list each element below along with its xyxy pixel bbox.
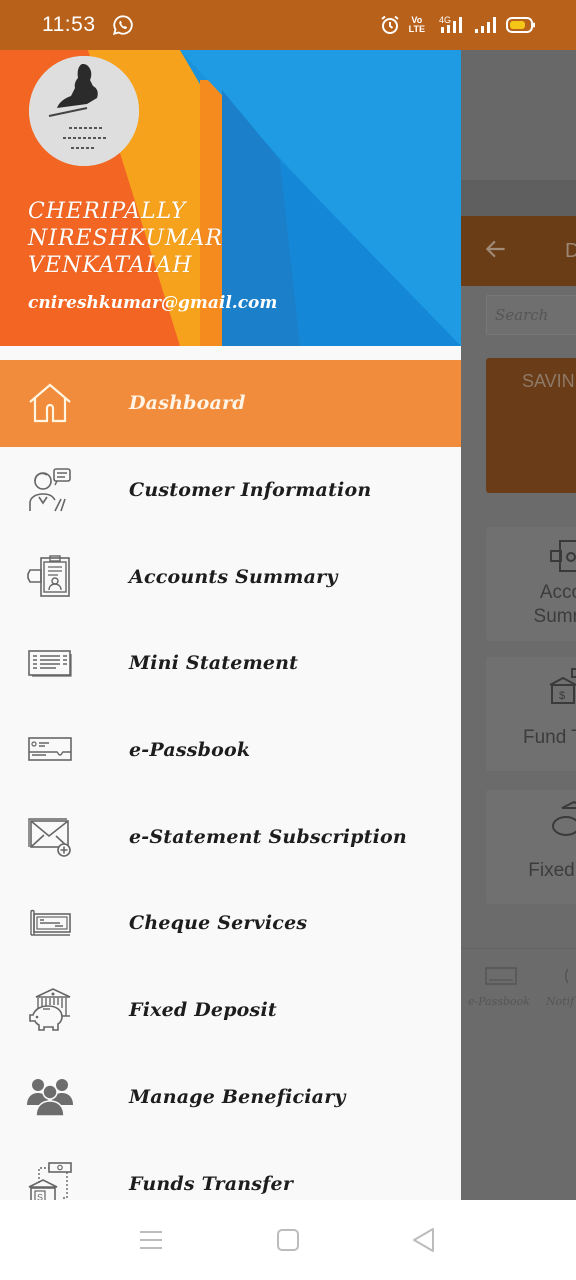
- passbook-icon: [485, 967, 517, 985]
- user-name-line: NIRESHKUMAR: [28, 226, 223, 251]
- user-name: CHERIPALLY NIRESHKUMAR VENKATAIAH: [28, 198, 428, 279]
- battery-icon: [506, 17, 535, 33]
- menu-item-label: Mini Statement: [129, 652, 299, 675]
- home-button[interactable]: [274, 1226, 302, 1254]
- volte-icon: Vo LTE: [408, 15, 425, 34]
- background-savings-card: SAVIN: [486, 358, 576, 493]
- account-clipboard-icon: [27, 554, 73, 600]
- menu-item-label: Manage Beneficiary: [129, 1085, 346, 1108]
- notification-icon: [565, 968, 569, 984]
- user-name-line: VENKATAIAH: [28, 253, 193, 278]
- user-name-line: CHERIPALLY: [28, 199, 187, 224]
- drawer-menu: Dashboard Customer Information Accounts …: [0, 360, 461, 1200]
- back-button[interactable]: [410, 1226, 438, 1254]
- menu-item-label: e-Statement Subscription: [129, 825, 407, 848]
- 4g-signal-icon: 4G: [439, 15, 462, 33]
- navigation-drawer: CHERIPALLY NIRESHKUMAR VENKATAIAH cnires…: [0, 50, 461, 1200]
- passbook-icon: [27, 727, 73, 773]
- user-email: cnireshkumar@gmail.com: [28, 293, 278, 313]
- background-tile-fund-transfer: $ Fund Tra: [486, 657, 576, 771]
- menu-item-cheque-services[interactable]: Cheque Services: [0, 880, 461, 967]
- system-navigation-bar: [0, 1200, 576, 1280]
- background-tile-accounts-summary: Acco Summ: [486, 527, 576, 641]
- background-tile-label: Fixed D: [528, 860, 576, 881]
- svg-text:S: S: [37, 1192, 43, 1200]
- group-icon: [27, 1074, 73, 1120]
- account-clipboard-icon: [550, 540, 576, 572]
- background-tile-label: Acco: [539, 582, 576, 603]
- background-tile-label: Fund Tra: [522, 727, 576, 748]
- menu-item-label: Accounts Summary: [129, 565, 338, 588]
- menu-item-mini-statement[interactable]: Mini Statement: [0, 620, 461, 707]
- status-time: 11:53: [42, 13, 96, 36]
- bank-transfer-icon: S: [27, 1161, 73, 1200]
- background-nav-label: Notif: [546, 995, 575, 1008]
- header-divider: [0, 346, 461, 360]
- background-tile-fixed-deposit: Fixed D: [486, 790, 576, 904]
- avatar[interactable]: [29, 56, 139, 166]
- bank-transfer-icon: $: [549, 668, 576, 704]
- status-bar: 11:53 Vo LTE 4G: [0, 0, 576, 50]
- menu-item-label: Dashboard: [129, 392, 246, 415]
- menu-item-funds-transfer[interactable]: S Funds Transfer: [0, 1140, 461, 1200]
- menu-item-manage-beneficiary[interactable]: Manage Beneficiary: [0, 1054, 461, 1141]
- svg-text:$: $: [559, 690, 565, 702]
- signal-icon: [475, 17, 496, 33]
- menu-item-dashboard[interactable]: Dashboard: [0, 360, 461, 447]
- drawer-header: CHERIPALLY NIRESHKUMAR VENKATAIAH cnires…: [0, 50, 461, 346]
- menu-item-label: Funds Transfer: [129, 1172, 294, 1195]
- back-arrow-icon: [485, 240, 505, 258]
- alarm-icon: [381, 15, 399, 34]
- piggy-bank-icon: [27, 987, 73, 1033]
- background-toolbar-title: D: [565, 240, 576, 262]
- menu-item-label: Customer Information: [129, 479, 372, 502]
- menu-item-e-statement-subscription[interactable]: e-Statement Subscription: [0, 793, 461, 880]
- menu-button[interactable]: [137, 1226, 165, 1254]
- home-icon: [27, 380, 73, 426]
- customer-support-icon: [27, 467, 73, 513]
- menu-item-customer-information[interactable]: Customer Information: [0, 447, 461, 534]
- menu-item-label: Cheque Services: [129, 912, 308, 935]
- menu-item-accounts-summary[interactable]: Accounts Summary: [0, 533, 461, 620]
- mail-add-icon: [27, 814, 73, 860]
- cheque-icon: [27, 900, 73, 946]
- profile-photo: [29, 56, 139, 166]
- background-nav-label: e-Passbook: [468, 995, 530, 1008]
- menu-item-e-passbook[interactable]: e-Passbook: [0, 707, 461, 794]
- background-bottom-nav: e-Passbook Notif: [460, 948, 576, 1028]
- background-tile-label: Summ: [533, 606, 576, 627]
- svg-text:4G: 4G: [439, 15, 451, 25]
- status-icons: Vo LTE 4G: [380, 15, 536, 35]
- statement-icon: [27, 640, 73, 686]
- whatsapp-icon: [112, 15, 133, 36]
- background-search-input: Search: [486, 295, 576, 335]
- piggy-bank-icon: [552, 800, 576, 836]
- menu-item-label: e-Passbook: [129, 739, 251, 762]
- menu-item-fixed-deposit[interactable]: Fixed Deposit: [0, 967, 461, 1054]
- menu-item-label: Fixed Deposit: [129, 999, 277, 1022]
